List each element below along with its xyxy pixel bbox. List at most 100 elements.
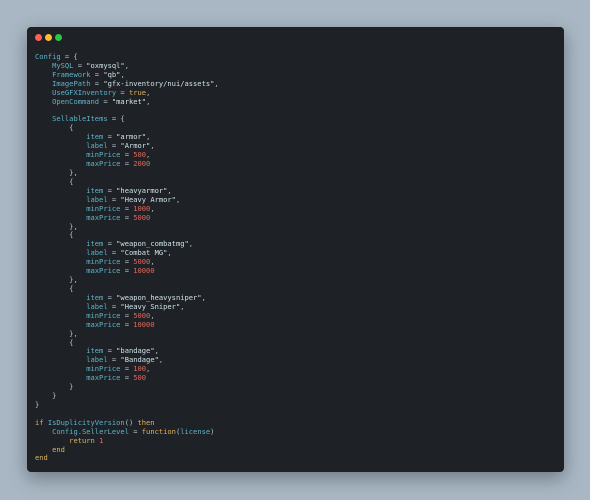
code-line: end: [35, 445, 219, 455]
code-token: {: [69, 230, 74, 240]
code-token: ,: [150, 257, 155, 267]
code-token: 1000: [133, 203, 151, 213]
code-token: maxPrice: [86, 266, 121, 276]
code-token: "armor": [116, 132, 147, 142]
code-token: ,: [180, 301, 185, 311]
code-token: "Combat MG": [120, 248, 168, 258]
code-token: 100: [133, 364, 147, 374]
code-token: }: [35, 399, 40, 409]
code-token: function: [141, 426, 176, 436]
code-token: 10000: [133, 319, 155, 329]
code-token: =: [120, 212, 134, 222]
code-token: =: [120, 373, 134, 383]
code-token: =: [90, 69, 104, 79]
code-token: =: [103, 346, 117, 356]
code-token: maxPrice: [86, 373, 121, 383]
code-token: item: [86, 185, 104, 195]
code-token: item: [86, 239, 104, 249]
code-token: ,: [146, 150, 151, 160]
code-token: ,: [214, 78, 219, 88]
code-line: }: [35, 391, 219, 401]
code-token: "Heavy Armor": [120, 194, 176, 204]
code-token: ,: [167, 185, 172, 195]
code-token: 500: [133, 373, 147, 383]
code-token: 1: [99, 435, 104, 445]
code-token: =: [120, 364, 134, 374]
code-line: end: [35, 454, 219, 463]
code-token: minPrice: [86, 150, 121, 160]
code-token: =: [73, 60, 87, 70]
code-token: ,: [158, 355, 164, 365]
code-token: "heavyarmor": [116, 185, 168, 195]
code-token: IsDuplicityVersion: [47, 417, 125, 427]
code-token: =: [120, 150, 134, 160]
code-token: ,: [146, 96, 151, 106]
code-token: =: [107, 248, 121, 258]
code-token: ,: [201, 292, 206, 302]
code-token: ,: [154, 346, 159, 356]
code-token: minPrice: [86, 203, 121, 213]
code-token: =: [120, 203, 134, 213]
code-token: },: [69, 275, 78, 285]
code-token: ,: [150, 141, 155, 151]
code-block: Config = { MySQL = "oxmysql", Framework …: [35, 52, 219, 463]
code-token: label: [86, 248, 108, 258]
code-token: =: [120, 319, 134, 329]
code-token: 2000: [133, 159, 151, 169]
code-token: =: [128, 426, 142, 436]
code-token: {: [69, 283, 74, 293]
code-token: ,: [124, 60, 129, 70]
code-token: 500: [133, 150, 147, 160]
code-token: ,: [150, 310, 155, 320]
code-token: "weapon_combatmg": [116, 239, 189, 249]
window-titlebar: [27, 27, 564, 49]
code-token: =: [103, 132, 117, 142]
code-token: ): [210, 426, 215, 436]
code-token: 10000: [133, 266, 155, 276]
code-token: "oxmysql": [86, 60, 125, 70]
minimize-window-dot[interactable]: [45, 34, 52, 41]
code-line: }: [35, 382, 219, 392]
code-token: label: [86, 301, 108, 311]
code-token: minPrice: [86, 257, 121, 267]
maximize-window-dot[interactable]: [55, 34, 62, 41]
close-window-dot[interactable]: [35, 34, 42, 41]
code-token: }: [52, 391, 57, 401]
code-token: label: [86, 141, 108, 151]
code-token: minPrice: [86, 310, 121, 320]
code-token: then: [137, 417, 155, 427]
code-token: "qb": [103, 69, 121, 79]
code-token: MySQL: [52, 60, 74, 70]
code-token: maxPrice: [86, 319, 121, 329]
code-token: =: [120, 310, 134, 320]
code-token: {: [69, 176, 74, 186]
code-token: =: [120, 159, 134, 169]
code-token: =: [103, 185, 117, 195]
code-token: ,: [175, 194, 181, 204]
code-token: if: [35, 417, 48, 427]
code-token: item: [86, 132, 104, 142]
code-token: =: [103, 292, 117, 302]
